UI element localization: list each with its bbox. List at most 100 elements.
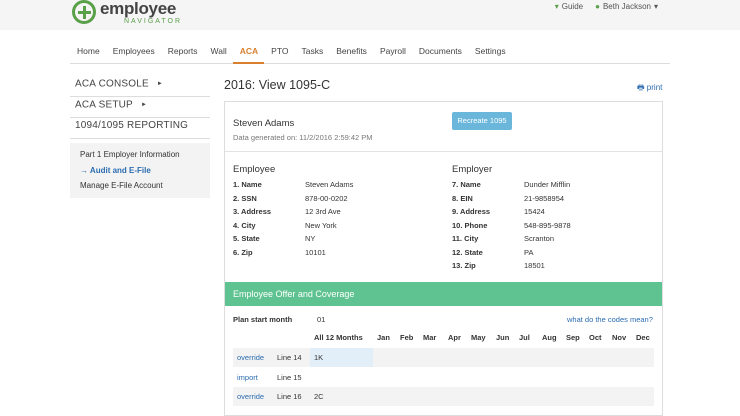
chevron-down-icon: ▾ (554, 2, 559, 11)
nav-employees[interactable]: Employees (106, 40, 161, 64)
nav-settings[interactable]: Settings (468, 40, 512, 64)
coverage-section-header: Employee Offer and Coverage (225, 282, 662, 306)
all-months-cell[interactable]: 2C (310, 387, 373, 406)
month-header: Sep (566, 333, 580, 342)
employer-section-title: Employer (452, 164, 493, 175)
user-icon: ● (595, 2, 600, 11)
nav-payroll[interactable]: Payroll (373, 40, 412, 64)
employee-field-value: 12 3rd Ave (305, 207, 341, 216)
table-row: override Line 16 2C (233, 387, 654, 406)
employer-field-key: 7. Name (452, 180, 481, 189)
logo-subtext: NAVIGATOR (124, 17, 183, 25)
logo-plus-icon (72, 0, 96, 24)
override-link[interactable]: override (237, 348, 264, 367)
codes-help-link[interactable]: what do the codes mean? (567, 315, 653, 324)
month-header: Jul (519, 333, 530, 342)
nav-reports[interactable]: Reports (161, 40, 204, 64)
sidebar: ACA CONSOLE ► ACA SETUP ► 1094/1095 REPORTIN… (70, 76, 210, 198)
line-label: Line 15 (277, 372, 302, 382)
employer-field-value: 21-9858954 (524, 193, 565, 203)
employee-name-header: Steven Adams (233, 118, 295, 129)
nav-tasks[interactable]: Tasks (294, 40, 329, 64)
employee-field-value: NY (305, 234, 316, 243)
table-row: override Line 14 1K (233, 348, 654, 367)
submenu-item-1[interactable]: → Audit and E-File (80, 163, 210, 179)
nav-home[interactable]: Home (70, 40, 106, 64)
employee-field-row: 5. State NY (233, 232, 433, 246)
month-header: All 12 Months (314, 333, 363, 342)
plan-start-label: Plan start month (233, 315, 293, 324)
guide-label: Guide (561, 2, 584, 11)
employer-field-value: Scranton (524, 234, 555, 243)
month-header: Apr (448, 333, 461, 342)
divider (225, 151, 662, 152)
employee-field-key: 5. State (233, 234, 260, 243)
employer-field-value: Dunder Mifflin (524, 180, 571, 189)
employer-field-row: 12. State PA (452, 246, 652, 260)
employer-field-value: PA (524, 247, 534, 257)
sidebar-section-label: 1094/1095 REPORTING (75, 120, 189, 131)
employee-field-key: 3. Address (233, 207, 272, 216)
employee-field-row: 6. Zip 10101 (233, 246, 433, 260)
user-menu[interactable]: ● Beth Jackson ▾ (595, 2, 658, 11)
import-link[interactable]: import (237, 368, 258, 387)
month-header: Aug (542, 333, 557, 342)
employee-field-row: 2. SSN 878-00-0202 (233, 192, 433, 206)
main-nav: Home Employees Reports Wall ACA PTO Tasks Benef… (70, 40, 670, 64)
employee-field-row: 4. City New York (233, 219, 433, 233)
employer-field-row: 9. Address 15424 (452, 205, 652, 219)
user-name: Beth Jackson (602, 2, 651, 11)
employer-field-row: 10. Phone 548-895-9878 (452, 219, 652, 233)
override-link[interactable]: override (237, 387, 264, 406)
employer-field-row: 7. Name Dunder Mifflin (452, 178, 652, 192)
sidebar-section-1[interactable]: ACA SETUP ► (70, 97, 210, 118)
form-1095c-panel: Steven Adams Data generated on: 11/2/201… (224, 101, 663, 416)
month-header: Nov (612, 333, 627, 342)
employee-field-key: 2. SSN (233, 193, 257, 203)
employee-field-row: 1. Name Steven Adams (233, 178, 433, 192)
guide-link[interactable]: ▾ Guide (555, 2, 583, 11)
employer-field-row: 13. Zip 18501 (452, 259, 652, 273)
submenu-item-2[interactable]: Manage E-File Account (80, 178, 210, 194)
employee-field-row: 3. Address 12 3rd Ave (233, 205, 433, 219)
app-logo[interactable]: employee NAVIGATOR (72, 0, 183, 25)
employee-field-value: 10101 (305, 247, 326, 257)
nav-benefits[interactable]: Benefits (329, 40, 373, 64)
employee-field-key: 1. Name (233, 180, 262, 189)
month-header: May (471, 333, 486, 342)
employer-field-key: 10. Phone (452, 220, 488, 230)
table-row: import Line 15 (233, 368, 654, 387)
user-caret-icon: ▾ (653, 2, 658, 11)
employee-field-value: Steven Adams (305, 180, 354, 189)
employer-field-row: 11. City Scranton (452, 232, 652, 246)
employee-field-key: 4. City (233, 220, 256, 230)
month-header: Oct (589, 333, 602, 342)
all-months-cell[interactable] (310, 368, 373, 387)
caret-right-icon: ► (140, 102, 148, 108)
employer-field-value: 15424 (524, 207, 545, 216)
recreate-1095-button[interactable]: Recreate 1095 (452, 112, 512, 130)
caret-right-icon: ► (156, 81, 164, 87)
nav-wall[interactable]: Wall (204, 40, 233, 64)
sidebar-section-0[interactable]: ACA CONSOLE ► (70, 76, 210, 97)
top-bar: employee NAVIGATOR ▾ Guide ● Beth Jackso… (0, 0, 740, 30)
employer-field-key: 13. Zip (452, 261, 476, 270)
sidebar-section-2[interactable]: 1094/1095 REPORTING (70, 118, 210, 139)
month-header: Jan (377, 333, 390, 342)
plan-start-value: 01 (317, 315, 326, 324)
all-months-cell[interactable]: 1K (310, 348, 373, 367)
printer-icon: 🖶 (637, 83, 645, 92)
nav-aca[interactable]: ACA (232, 40, 265, 64)
employer-field-key: 12. State (452, 247, 483, 257)
print-link[interactable]: 🖶 print (637, 82, 662, 96)
submenu-item-0[interactable]: Part 1 Employer Information (80, 147, 210, 163)
print-label: print (646, 83, 663, 92)
employee-section-title: Employee (233, 164, 276, 175)
nav-pto[interactable]: PTO (264, 40, 294, 64)
employee-field-key: 6. Zip (233, 247, 253, 257)
employer-field-value: 548-895-9878 (524, 220, 571, 230)
reporting-submenu: Part 1 Employer Information → Audit and E… (70, 143, 210, 198)
employer-field-key: 11. City (452, 234, 479, 243)
employer-field-value: 18501 (524, 261, 545, 270)
nav-documents[interactable]: Documents (412, 40, 468, 64)
